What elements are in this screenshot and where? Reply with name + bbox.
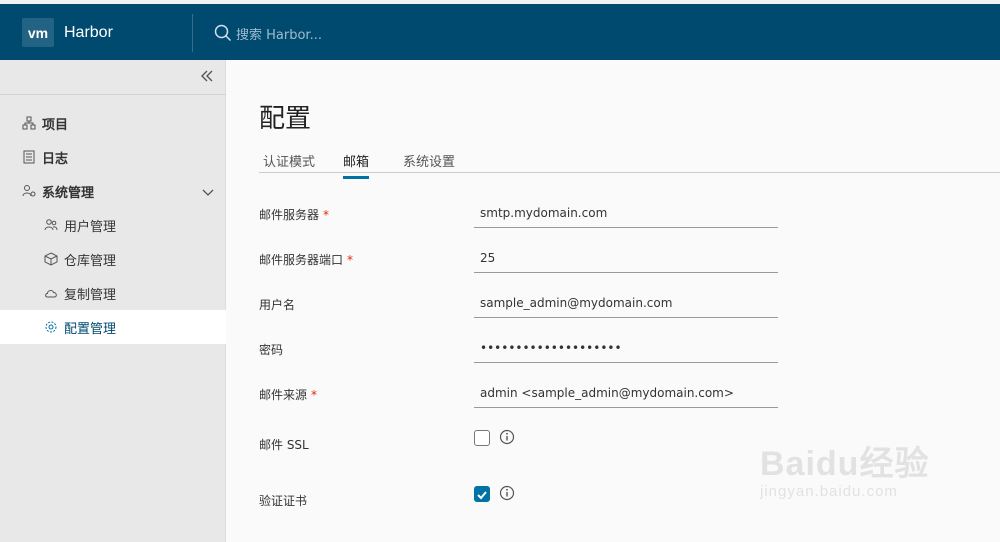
chevron-down-icon[interactable]: [202, 186, 214, 201]
log-icon: [22, 150, 36, 164]
sidebar-divider: [0, 94, 226, 95]
form-row-username: 用户名: [259, 288, 999, 318]
sidebar-item-admin[interactable]: 系统管理: [0, 174, 226, 208]
email-server-label: 邮件服务器 *: [259, 208, 330, 222]
gear-icon: [44, 320, 58, 334]
baidu-watermark: Baidu经验 jingyan.baidu.com: [760, 436, 929, 500]
password-field[interactable]: [474, 333, 778, 363]
cloud-icon: [44, 286, 58, 300]
form-row-email-from: 邮件来源 *: [259, 378, 999, 408]
form-row-password: 密码: [259, 333, 999, 363]
tab-email[interactable]: 邮箱: [343, 151, 370, 179]
email-server-field[interactable]: [474, 198, 778, 228]
project-icon: [22, 116, 36, 130]
sidebar-item-configuration[interactable]: 配置管理: [0, 310, 226, 344]
required-marker: *: [311, 388, 318, 402]
form-row-email-port: 邮件服务器端口 *: [259, 243, 999, 273]
sidebar-item-label: 项目: [42, 117, 69, 133]
username-label: 用户名: [259, 298, 296, 312]
sidebar-item-label: 仓库管理: [64, 253, 117, 269]
sidebar-item-logs[interactable]: 日志: [0, 140, 226, 174]
double-chevron-left-icon[interactable]: [200, 68, 214, 87]
box-icon: [44, 252, 58, 266]
sidebar-item-label: 复制管理: [64, 287, 117, 303]
info-icon[interactable]: [499, 429, 515, 445]
tab-bar: 认证模式 邮箱 系统设置: [259, 146, 1000, 179]
required-marker: *: [323, 208, 330, 222]
password-label: 密码: [259, 343, 284, 357]
header-divider: [192, 14, 193, 52]
info-icon[interactable]: [499, 485, 515, 501]
sidebar-item-replication[interactable]: 复制管理: [0, 276, 226, 310]
page-title: 配置: [259, 104, 312, 134]
verify-cert-checkbox[interactable]: [474, 486, 490, 502]
vm-logo: vm: [22, 18, 54, 47]
sidebar: 项目 日志 系统管理 用户管理 仓库管理 复制管理 配置管理: [0, 60, 226, 542]
users-icon: [44, 218, 58, 232]
email-ssl-label: 邮件 SSL: [259, 438, 309, 452]
search-icon: [214, 24, 232, 46]
required-marker: *: [347, 253, 354, 267]
checkmark-icon: [477, 491, 487, 500]
email-port-field[interactable]: [474, 243, 778, 273]
watermark-line1: Baidu经验: [760, 445, 930, 483]
form-row-email-server: 邮件服务器 *: [259, 198, 999, 228]
email-port-label: 邮件服务器端口 *: [259, 253, 354, 267]
sidebar-item-label: 系统管理: [42, 185, 95, 201]
global-search[interactable]: [214, 24, 436, 46]
username-field[interactable]: [474, 288, 778, 318]
tab-auth-mode[interactable]: 认证模式: [263, 151, 315, 176]
watermark-line2: jingyan.baidu.com: [760, 483, 898, 500]
sidebar-item-users[interactable]: 用户管理: [0, 208, 226, 242]
sidebar-item-label: 用户管理: [64, 219, 117, 235]
sidebar-item-projects[interactable]: 项目: [0, 106, 226, 140]
verify-cert-label: 验证证书: [259, 494, 308, 508]
sidebar-item-label: 配置管理: [64, 321, 117, 337]
admin-icon: [22, 184, 36, 198]
app-name: Harbor: [64, 23, 113, 41]
sidebar-item-label: 日志: [42, 151, 69, 167]
email-from-field[interactable]: [474, 378, 778, 408]
brand[interactable]: vm Harbor: [22, 18, 113, 47]
tab-system-settings[interactable]: 系统设置: [403, 151, 455, 176]
email-from-label: 邮件来源 *: [259, 388, 318, 402]
app-header: vm Harbor: [0, 0, 1000, 60]
email-ssl-checkbox[interactable]: [474, 430, 490, 446]
search-input[interactable]: [236, 27, 436, 43]
sidebar-item-repositories[interactable]: 仓库管理: [0, 242, 226, 276]
